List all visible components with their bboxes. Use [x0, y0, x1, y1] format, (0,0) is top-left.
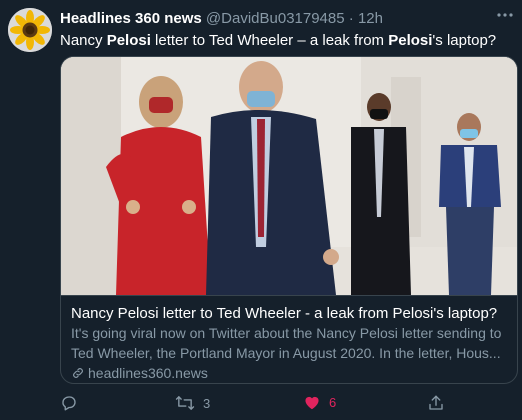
timestamp[interactable]: 12h	[358, 10, 383, 27]
card-domain[interactable]: headlines360.news	[71, 364, 507, 382]
card-body[interactable]: Nancy Pelosi letter to Ted Wheeler - a l…	[61, 295, 517, 383]
more-dots-icon[interactable]	[496, 12, 514, 18]
card-photo	[61, 57, 517, 295]
share-icon	[429, 395, 443, 410]
tweet-text-part: letter to Ted Wheeler – a leak from	[150, 32, 389, 49]
tweet-text: Nancy Pelosi letter to Ted Wheeler – a l…	[60, 32, 510, 50]
display-name[interactable]: Headlines 360 news	[60, 10, 202, 27]
link-card[interactable]: Nancy Pelosi letter to Ted Wheeler - a l…	[60, 56, 518, 384]
reply-button[interactable]	[60, 394, 86, 412]
retweet-icon	[175, 396, 195, 410]
tweet-text-part: 's laptop?	[432, 32, 497, 49]
share-button[interactable]	[427, 394, 453, 412]
avatar[interactable]	[8, 8, 52, 52]
tweet-actions: 3 6	[60, 394, 460, 414]
tweet-text-bold: Pelosi	[106, 32, 151, 49]
card-image[interactable]	[61, 57, 517, 295]
link-icon	[73, 368, 83, 378]
retweet-count: 3	[203, 395, 211, 411]
sunflower-avatar-icon	[8, 8, 52, 52]
user-handle[interactable]: @DavidBu03179485	[206, 10, 345, 27]
heart-icon	[305, 396, 319, 410]
card-title[interactable]: Nancy Pelosi letter to Ted Wheeler - a l…	[71, 304, 507, 323]
card-domain-text[interactable]: headlines360.news	[88, 364, 208, 382]
card-description-line: It's going viral now on Twitter about th…	[71, 325, 502, 341]
tweet-text-bold: Pelosi	[388, 32, 433, 49]
separator-dot: ·	[348, 10, 354, 27]
tweet-text-part: Nancy	[60, 32, 107, 49]
retweet-button[interactable]: 3	[175, 394, 210, 412]
card-description-line: Ted Wheeler, the Portland Mayor in Augus…	[71, 345, 501, 361]
reply-icon	[62, 396, 76, 411]
tweet-header: Headlines 360 news @DavidBu03179485 · 12…	[60, 10, 482, 28]
like-button[interactable]: 6	[303, 394, 336, 410]
like-count: 6	[329, 394, 337, 410]
